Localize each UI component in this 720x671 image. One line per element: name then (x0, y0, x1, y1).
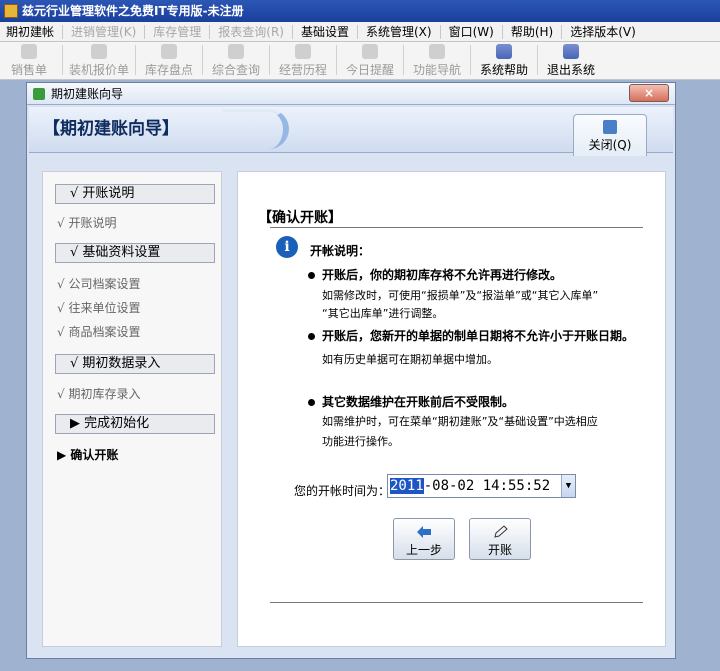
setup-wizard-window: 期初建账向导 × 【期初建账向导】 关闭(Q) √ 开账说明 √ 开账说明 √ … (26, 82, 676, 659)
banner-title: 【期初建账向导】 (43, 119, 179, 139)
pen-icon (494, 525, 508, 538)
app-titlebar: 兹元行业管理软件之免费IT专用版-未注册 (0, 0, 720, 22)
window-titlebar: 期初建账向导 × (27, 83, 675, 105)
substep-opening-notes[interactable]: √ 开账说明 (57, 214, 116, 231)
menu-separator (561, 24, 563, 39)
note1-line1: 如需修改时，可使用“报损单”及“报溢单”或“其它入库单” (322, 289, 599, 302)
menu-inventory[interactable]: 库存管理 (147, 22, 207, 42)
info-icon: i (276, 236, 298, 258)
toolbar: 销售单 装机报价单 库存盘点 综合查询 经营历程 今日提醒 功能导航 系统帮助 … (0, 42, 720, 80)
note3-line2: 功能进行操作。 (322, 435, 399, 448)
tool-sales[interactable]: 销售单 (0, 42, 58, 78)
info-heading: 开帐说明： (310, 244, 371, 258)
menu-separator (144, 24, 146, 39)
tool-query[interactable]: 综合查询 (207, 42, 265, 78)
menu-separator (439, 24, 441, 39)
quote-icon (91, 44, 107, 59)
substep-partner-units[interactable]: √ 往来单位设置 (57, 299, 140, 316)
help-icon (496, 44, 512, 59)
toolbar-separator (269, 45, 270, 75)
note2-title: 开账后，您新开的单据的制单日期将不允许小于开账日期。 (322, 329, 635, 343)
toolbar-separator (537, 45, 538, 75)
menu-separator (62, 24, 64, 39)
open-account-button[interactable]: 开账 (469, 518, 531, 560)
toolbar-separator (403, 45, 404, 75)
menu-separator (356, 24, 358, 39)
substep-product-profile[interactable]: √ 商品档案设置 (57, 323, 140, 340)
app-title: 兹元行业管理软件之免费IT专用版-未注册 (22, 4, 244, 18)
bullet-icon (308, 272, 315, 279)
note1-line2: “其它出库单”进行调整。 (322, 307, 444, 320)
tool-reminder[interactable]: 今日提醒 (341, 42, 399, 78)
step-basic-data[interactable]: √ 基础资料设置 (55, 243, 215, 263)
menu-window[interactable]: 窗口(W) (443, 22, 500, 42)
menu-initial-setup[interactable]: 期初建帐 (0, 22, 60, 42)
app-logo-icon (4, 4, 18, 18)
step-opening-notes[interactable]: √ 开账说明 (55, 184, 215, 204)
toolbar-separator (202, 45, 203, 75)
toolbar-separator (470, 45, 471, 75)
tool-exit[interactable]: 退出系统 (542, 42, 600, 78)
sales-icon (21, 44, 37, 59)
step-initial-data[interactable]: √ 期初数据录入 (55, 354, 215, 374)
toolbar-separator (336, 45, 337, 75)
menu-separator (209, 24, 211, 39)
date-rest: -08-02 14:55:52 (423, 478, 551, 494)
menu-separator (291, 24, 293, 39)
arrow-left-icon (417, 526, 431, 538)
menu-system[interactable]: 系统管理(X) (360, 22, 438, 42)
nav-icon (429, 44, 445, 59)
tool-navigation[interactable]: 功能导航 (408, 42, 466, 78)
window-close-button[interactable]: × (629, 84, 669, 102)
tool-inventory[interactable]: 库存盘点 (140, 42, 198, 78)
note3-line1: 如需维护时，可在菜单“期初建账”及“基础设置”中选相应 (322, 415, 598, 428)
step-finish-init[interactable]: ▶ 完成初始化 (55, 414, 215, 434)
close-door-icon (603, 120, 617, 134)
previous-step-button[interactable]: 上一步 (393, 518, 455, 560)
menu-separator (501, 24, 503, 39)
tool-quote[interactable]: 装机报价单 (67, 42, 131, 78)
exit-icon (563, 44, 579, 59)
menu-help[interactable]: 帮助(H) (505, 22, 559, 42)
toolbar-separator (135, 45, 136, 75)
bottom-divider (270, 602, 643, 603)
open-date-picker[interactable]: 2011-08-02 14:55:52 ▼ (387, 474, 576, 498)
bullet-icon (308, 399, 315, 406)
chevron-down-icon[interactable]: ▼ (561, 475, 575, 497)
substep-company-profile[interactable]: √ 公司档案设置 (57, 275, 140, 292)
bullet-icon (308, 333, 315, 340)
confirm-panel: 【确认开账】 i 开帐说明： 开账后，你的期初库存将不允许再进行修改。 如需修改… (237, 171, 666, 647)
inventory-icon (161, 44, 177, 59)
toolbar-separator (62, 45, 63, 75)
menu-version[interactable]: 选择版本(V) (564, 22, 642, 42)
query-icon (228, 44, 244, 59)
note1-title: 开账后，你的期初库存将不允许再进行修改。 (322, 268, 563, 282)
close-tab-button[interactable]: 关闭(Q) (573, 114, 647, 156)
wizard-icon (33, 88, 45, 100)
confirm-title: 【确认开账】 (258, 210, 342, 226)
date-year-selected: 2011 (390, 478, 424, 494)
wizard-steps-panel: √ 开账说明 √ 开账说明 √ 基础资料设置 √ 公司档案设置 √ 往来单位设置… (42, 171, 222, 647)
menu-purchase-sales[interactable]: 进销管理(K) (65, 22, 142, 42)
title-divider (270, 227, 643, 228)
window-title: 期初建账向导 (51, 87, 124, 101)
open-date-label: 您的开帐时间为： (294, 484, 391, 498)
note3-title: 其它数据维护在开账前后不受限制。 (322, 395, 515, 409)
reminder-icon (362, 44, 378, 59)
menu-reports[interactable]: 报表查询(R) (212, 22, 290, 42)
menu-basic-settings[interactable]: 基础设置 (295, 22, 355, 42)
menubar: 期初建帐 进销管理(K) 库存管理 报表查询(R) 基础设置 系统管理(X) 窗… (0, 22, 720, 42)
tool-history[interactable]: 经营历程 (274, 42, 332, 78)
banner-swoosh (223, 109, 289, 149)
history-icon (295, 44, 311, 59)
substep-confirm-open[interactable]: ▶ 确认开账 (57, 446, 118, 463)
note2-line1: 如有历史单据可在期初单据中增加。 (322, 353, 498, 366)
tool-help[interactable]: 系统帮助 (475, 42, 533, 78)
substep-initial-stock[interactable]: √ 期初库存录入 (57, 385, 140, 402)
